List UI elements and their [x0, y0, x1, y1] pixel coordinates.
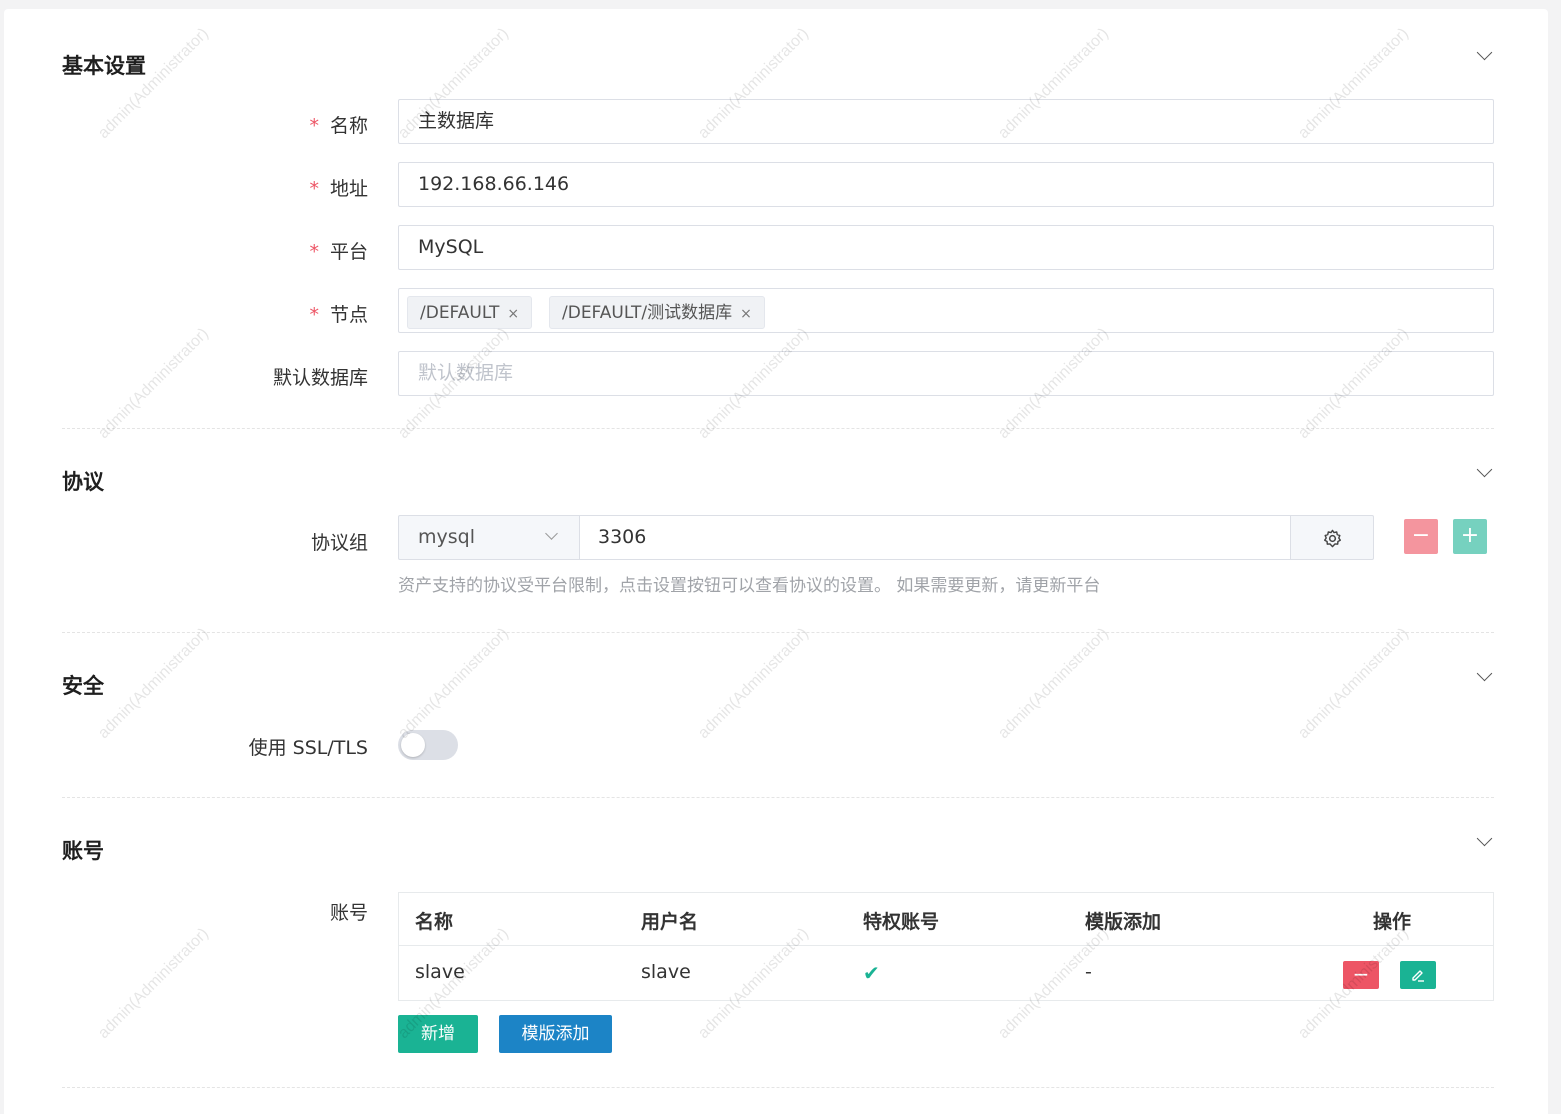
section-title-protocol: 协议: [62, 470, 104, 494]
section-title-security: 安全: [62, 674, 104, 698]
field-label-accounts: 账号: [329, 902, 368, 924]
section-title-accounts: 账号: [62, 839, 104, 863]
divider: [62, 428, 1494, 429]
field-label-protocol-group: 协议组: [310, 532, 368, 554]
cell-template: -: [1085, 961, 1092, 983]
edit-icon: [1412, 970, 1424, 982]
check-icon: ✔: [863, 961, 880, 985]
divider: [62, 632, 1494, 633]
name-input[interactable]: 主数据库: [398, 99, 1494, 144]
protocol-help-text: 资产支持的协议受平台限制，点击设置按钮可以查看协议的设置。 如果需要更新，请更新…: [398, 576, 1101, 596]
section-title-basic: 基本设置: [62, 54, 146, 78]
column-header-username: 用户名: [641, 911, 699, 933]
required-mark: *: [309, 178, 319, 200]
column-header-name: 名称: [415, 911, 454, 933]
remove-protocol-button[interactable]: −: [1404, 519, 1438, 554]
protocol-select-value: mysql: [418, 526, 475, 548]
field-label-nodes: * 节点: [309, 304, 368, 326]
field-label-platform: * 平台: [309, 241, 368, 263]
required-mark: *: [309, 115, 319, 137]
platform-input[interactable]: MySQL: [398, 225, 1494, 270]
field-label-default-db: 默认数据库: [272, 367, 368, 389]
delete-account-button[interactable]: −: [1343, 961, 1379, 989]
chevron-down-icon: [545, 527, 558, 540]
node-tag: /DEFAULT ×: [407, 296, 533, 329]
column-header-template: 模版添加: [1085, 911, 1162, 933]
close-icon[interactable]: ×: [740, 306, 752, 322]
port-input[interactable]: 3306: [579, 515, 1291, 560]
divider: [62, 797, 1494, 798]
address-input[interactable]: 192.168.66.146: [398, 162, 1494, 207]
toggle-knob: [401, 733, 425, 757]
cell-username: slave: [641, 961, 691, 983]
close-icon[interactable]: ×: [507, 306, 519, 322]
protocol-select[interactable]: mysql: [398, 515, 580, 560]
template-add-button[interactable]: 模版添加: [499, 1015, 612, 1053]
column-header-actions: 操作: [1373, 911, 1412, 933]
protocol-settings-button[interactable]: [1290, 515, 1374, 560]
nodes-select[interactable]: /DEFAULT × /DEFAULT/测试数据库 ×: [398, 288, 1494, 333]
edit-account-button[interactable]: [1400, 961, 1436, 989]
field-label-address: * 地址: [309, 178, 368, 200]
add-account-button[interactable]: 新增: [398, 1015, 478, 1053]
add-protocol-button[interactable]: +: [1453, 519, 1487, 554]
field-label-ssl: 使用 SSL/TLS: [248, 737, 368, 759]
node-tag: /DEFAULT/测试数据库 ×: [549, 296, 765, 329]
required-mark: *: [309, 241, 319, 263]
gear-icon: [1323, 529, 1342, 548]
default-db-input[interactable]: 默认数据库: [398, 351, 1494, 396]
field-label-name: * 名称: [309, 115, 368, 137]
ssl-toggle[interactable]: [398, 730, 458, 760]
cell-name: slave: [415, 961, 465, 983]
required-mark: *: [309, 304, 319, 326]
accounts-table: 名称 用户名 特权账号 模版添加 操作 slave slave ✔ - −: [398, 892, 1494, 1001]
divider: [62, 1087, 1494, 1088]
table-header-divider: [399, 945, 1493, 946]
column-header-privileged: 特权账号: [863, 911, 940, 933]
